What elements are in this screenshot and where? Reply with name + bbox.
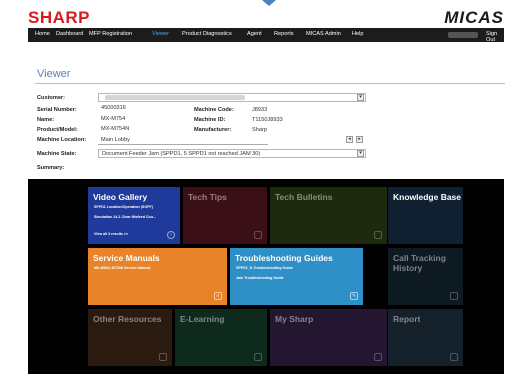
prev-arrow-icon[interactable]: ◂ xyxy=(346,136,353,143)
tile-call-tracking[interactable]: Call Tracking History xyxy=(388,248,463,305)
machine-state-value: Document Feeder Jam (SPPD1, 5 SPPD1 not … xyxy=(102,151,261,157)
tile-video-gallery[interactable]: Video Gallery SPPD1 Location/Operation (… xyxy=(88,187,180,244)
machine-state-select[interactable]: Document Feeder Jam (SPPD1, 5 SPPD1 not … xyxy=(98,149,366,158)
product-label: Product/Model: xyxy=(37,127,78,133)
tile-e-learning[interactable]: E-Learning xyxy=(175,309,267,366)
nav-help[interactable]: Help xyxy=(352,31,364,37)
chart-icon xyxy=(450,353,458,361)
name-value: MX-M754 xyxy=(101,116,126,122)
nav-home[interactable]: Home xyxy=(35,31,50,37)
wrench-icon: ✎ xyxy=(350,292,358,300)
nav-reports[interactable]: Reports xyxy=(274,31,294,37)
micas-logo: MICAS xyxy=(444,8,504,27)
nav-dashboard[interactable]: Dashboard xyxy=(56,31,83,37)
serial-value: 45000316 xyxy=(101,105,126,111)
page-title: Viewer xyxy=(37,68,71,80)
learning-icon xyxy=(254,353,262,361)
tile-title: Video Gallery xyxy=(93,192,148,202)
location-label: Machine Location: xyxy=(37,137,87,143)
main-nav: Home Dashboard MFP Registration Viewer P… xyxy=(28,28,504,43)
product-value: MX-M754N xyxy=(101,126,130,132)
name-label: Name: xyxy=(37,117,55,123)
machine-state-label: Machine State: xyxy=(37,151,77,157)
tile-title: Troubleshooting Guides xyxy=(235,253,333,263)
nav-agent[interactable]: Agent xyxy=(247,31,262,37)
view-all-link[interactable]: View all 3 results >> xyxy=(94,232,128,236)
customer-label: Customer: xyxy=(37,95,65,101)
user-icon xyxy=(374,353,382,361)
play-icon: › xyxy=(167,231,175,239)
tile-title: Other Resources xyxy=(93,314,162,324)
manufacturer-label: Manufacturer: xyxy=(194,127,232,133)
header: SHARP MICAS xyxy=(0,6,532,28)
resource-tiles: Video Gallery SPPD1 Location/Operation (… xyxy=(28,179,504,374)
machine-code-label: Machine Code: xyxy=(194,107,234,113)
search-icon xyxy=(159,353,167,361)
next-arrow-icon[interactable]: ▸ xyxy=(356,136,363,143)
summary-label: Summary: xyxy=(37,165,65,171)
nav-mfp-registration[interactable]: MFP Registration xyxy=(89,31,132,37)
location-field[interactable]: Main Lobby xyxy=(98,136,268,145)
tile-tech-tips[interactable]: Tech Tips xyxy=(183,187,267,244)
bulletin-icon xyxy=(374,231,382,239)
nav-micas-admin[interactable]: MICAS Admin xyxy=(306,31,341,37)
trouble-link-1[interactable]: SPPD1_N Troubleshooting Guide xyxy=(236,266,293,270)
tile-title: Tech Tips xyxy=(188,192,227,202)
tile-title: Call Tracking History xyxy=(393,253,446,273)
manufacturer-value: Sharp xyxy=(252,127,267,133)
tile-knowledge-base[interactable]: Knowledge Base xyxy=(388,187,463,244)
tile-title: Report xyxy=(393,314,421,324)
tile-troubleshooting-guides[interactable]: Troubleshooting Guides SPPD1_N Troublesh… xyxy=(230,248,363,305)
machine-id-value: T1150J8933 xyxy=(252,117,283,123)
video-link-2[interactable]: Simulation 24-1 Clear Misfeed Cou... xyxy=(94,215,156,219)
customer-select[interactable]: ▾ xyxy=(98,93,366,102)
manual-link-1[interactable]: MX-M654, M754N Service Manual xyxy=(94,266,150,270)
nav-product-diagnostics[interactable]: Product Diagnostics xyxy=(182,31,232,37)
user-name-redacted xyxy=(448,32,478,38)
phone-icon xyxy=(450,292,458,300)
location-value: Main Lobby xyxy=(101,137,130,143)
tile-title: Tech Bulletins xyxy=(275,192,333,202)
tile-title: My Sharp xyxy=(275,314,314,324)
sign-out-link[interactable]: Sign Out xyxy=(486,31,504,43)
sharp-logo[interactable]: SHARP xyxy=(28,8,90,28)
tile-tech-bulletins[interactable]: Tech Bulletins xyxy=(270,187,387,244)
tile-other-resources[interactable]: Other Resources xyxy=(88,309,172,366)
machine-id-label: Machine ID: xyxy=(194,117,226,123)
tile-report[interactable]: Report xyxy=(388,309,463,366)
video-link-1[interactable]: SPPD1 Location/Operation (SOPF) xyxy=(94,205,153,209)
app-window: SHARP MICAS Home Dashboard MFP Registrat… xyxy=(0,0,532,390)
chevron-down-icon[interactable]: ▾ xyxy=(357,150,364,157)
nav-viewer[interactable]: Viewer xyxy=(152,31,169,37)
document-icon: ≡ xyxy=(214,292,222,300)
tile-my-sharp[interactable]: My Sharp xyxy=(270,309,387,366)
tips-icon xyxy=(254,231,262,239)
chevron-down-icon[interactable]: ▾ xyxy=(357,94,364,101)
tile-service-manuals[interactable]: Service Manuals MX-M654, M754N Service M… xyxy=(88,248,227,305)
tile-title: Knowledge Base xyxy=(393,192,462,202)
title-divider xyxy=(35,83,505,84)
customer-value-redacted xyxy=(105,95,245,100)
tile-title: Service Manuals xyxy=(93,253,160,263)
serial-label: Serial Number: xyxy=(37,107,77,113)
machine-code-value: J8933 xyxy=(252,107,268,113)
tile-title: E-Learning xyxy=(180,314,225,324)
trouble-link-2[interactable]: Jam Troubleshooting Guide xyxy=(236,276,284,280)
